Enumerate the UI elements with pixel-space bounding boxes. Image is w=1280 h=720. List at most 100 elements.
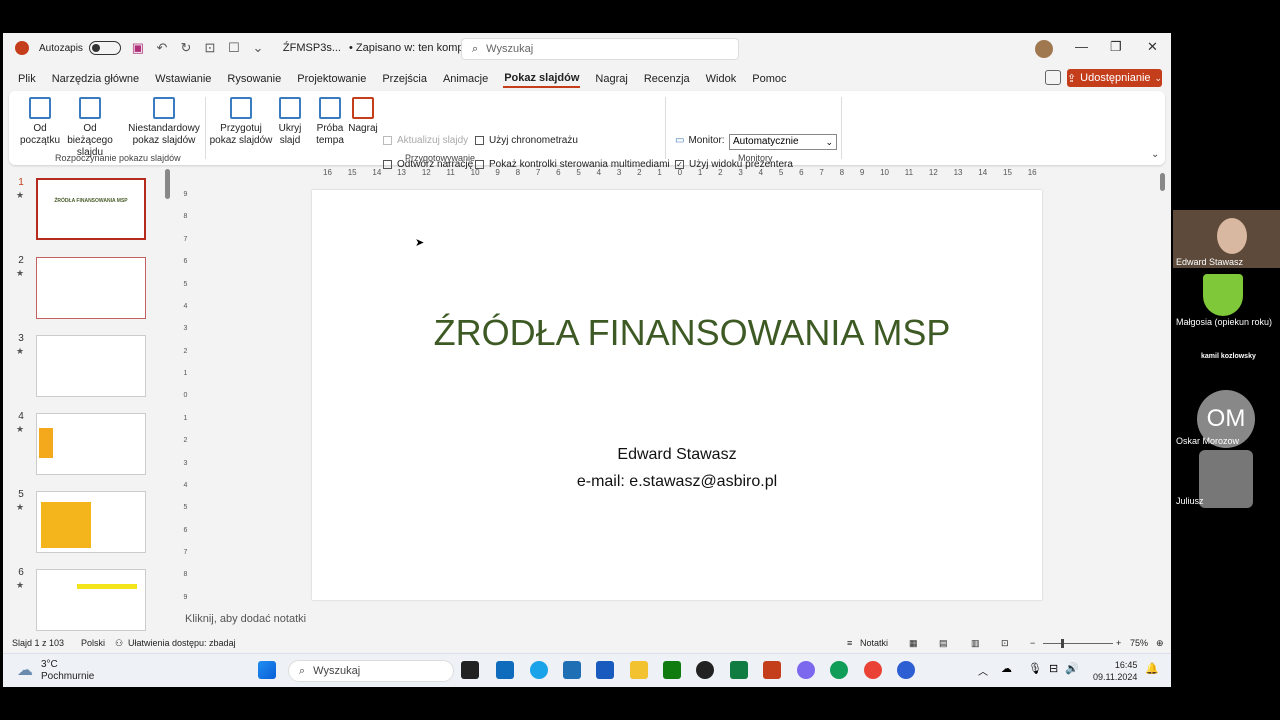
powerpoint-icon[interactable] [763, 661, 781, 679]
normal-view-icon[interactable]: ▦ [909, 638, 918, 649]
copilot-icon[interactable] [797, 661, 815, 679]
minimize-icon[interactable]: — [1075, 39, 1088, 54]
start-icon[interactable] [258, 661, 276, 679]
onedrive-icon[interactable]: ☁ [1001, 662, 1012, 675]
slide-thumbnail[interactable] [36, 491, 146, 553]
store-icon[interactable] [563, 661, 581, 679]
slide-thumbnail[interactable] [36, 335, 146, 397]
thumbnail-scrollbar[interactable] [165, 169, 170, 199]
close-icon[interactable]: ✕ [1147, 39, 1158, 55]
slide-canvas[interactable]: ŹRÓDŁA FINANSOWANIA MSP Edward Stawasz e… [312, 190, 1042, 600]
language[interactable]: Polski [81, 638, 105, 648]
word-icon[interactable] [596, 661, 614, 679]
undo-icon[interactable]: ↶ [155, 40, 169, 56]
record-button[interactable]: Nagraj [347, 97, 379, 135]
network-icon[interactable]: ⊟ [1049, 662, 1058, 675]
custom-show-button[interactable]: Niestandardowy pokaz slajdów [127, 97, 201, 147]
save-icon[interactable]: ▣ [131, 40, 145, 56]
outlook-icon[interactable] [496, 661, 514, 679]
excel-icon[interactable] [730, 661, 748, 679]
slide-email[interactable]: e-mail: e.stawasz@asbiro.pl [312, 473, 1042, 491]
tab-insert[interactable]: Wstawianie [154, 71, 212, 87]
tab-view[interactable]: Widok [705, 71, 738, 87]
participant-tile[interactable]: Edward Stawasz [1173, 210, 1280, 268]
update-slides-checkbox[interactable]: Aktualizuj slajdy [383, 135, 468, 146]
volume-icon[interactable]: 🔊 [1065, 662, 1079, 675]
setup-show-button[interactable]: Przygotuj pokaz slajdów [209, 97, 273, 147]
tab-transitions[interactable]: Przejścia [381, 71, 428, 87]
file-explorer-icon[interactable] [630, 661, 648, 679]
zoom-app-icon[interactable] [897, 661, 915, 679]
thumb-number: 2 [18, 255, 24, 266]
chevron-up-icon[interactable]: ︿ [978, 663, 988, 678]
autosave-toggle[interactable] [88, 41, 121, 55]
xbox-icon[interactable] [663, 661, 681, 679]
share-label: Udostępnianie [1080, 72, 1151, 84]
tab-help[interactable]: Pomoc [751, 71, 787, 87]
participant-tile[interactable]: Małgosia (opiekun roku) [1173, 268, 1280, 330]
from-current-button[interactable]: Od bieżącego slajdu [61, 97, 119, 159]
ruler-tick: 7 [819, 168, 824, 177]
redo-icon[interactable]: ↻ [179, 40, 193, 56]
collapse-ribbon-icon[interactable]: ⌄ [1151, 149, 1159, 160]
microphone-icon[interactable]: 🎙 [1028, 662, 1042, 675]
ruler-tick: 9 [495, 168, 500, 177]
tab-slideshow[interactable]: Pokaz slajdów [503, 70, 581, 88]
reading-view-icon[interactable]: ▥ [971, 638, 980, 649]
tab-design[interactable]: Projektowanie [296, 71, 367, 87]
participant-tile[interactable]: OM Oskar Morozow [1173, 390, 1280, 448]
customize-icon[interactable]: ⌄ [251, 40, 265, 56]
tab-animations[interactable]: Animacje [442, 71, 489, 87]
weather-widget[interactable]: 3°C Pochmurnie [41, 659, 94, 683]
robot-avatar-icon [1199, 450, 1253, 508]
slide-thumbnail[interactable]: ŹRÓDŁA FINANSOWANIA MSP [36, 178, 146, 240]
editor-scrollbar[interactable] [1160, 173, 1165, 191]
participant-tile[interactable]: Juliusz [1173, 450, 1280, 508]
use-timings-checkbox[interactable]: Użyj chronometrażu [475, 135, 578, 146]
fit-slide-icon[interactable]: ⊕ [1156, 638, 1164, 649]
zoom-slider[interactable] [1043, 643, 1113, 644]
tab-home[interactable]: Narzędzia główne [51, 71, 140, 87]
taskbar-search[interactable]: ⌕ Wyszukaj [288, 660, 454, 682]
media-player-icon[interactable] [696, 661, 714, 679]
slide-thumbnail[interactable] [36, 257, 146, 319]
chrome-icon[interactable] [864, 661, 882, 679]
participant-tile[interactable]: kamil kozlowsky [1173, 350, 1280, 370]
edge-icon[interactable] [830, 661, 848, 679]
document-title[interactable]: ŹFMSP3s... [283, 42, 341, 54]
zoom-out-icon[interactable]: − [1030, 638, 1035, 648]
sorter-view-icon[interactable]: ▤ [939, 638, 948, 649]
rehearse-timings-button[interactable]: Próba tempa [313, 97, 347, 147]
from-beginning-button[interactable]: Od początku [17, 97, 63, 147]
update-slides-label: Aktualizuj slajdy [397, 135, 469, 146]
restore-icon[interactable]: ❐ [1110, 39, 1122, 55]
zoom-in-icon[interactable]: + [1116, 638, 1121, 648]
slideshow-view-icon[interactable]: ⊡ [1001, 638, 1009, 649]
tab-file[interactable]: Plik [17, 71, 37, 87]
slide-title[interactable]: ŹRÓDŁA FINANSOWANIA MSP [312, 312, 1072, 354]
comments-button[interactable] [1045, 70, 1061, 85]
tab-review[interactable]: Recenzja [643, 71, 691, 87]
present-icon[interactable]: ⊡ [203, 40, 217, 56]
zoom-level[interactable]: 75% [1130, 638, 1148, 648]
rehearse-label: Próba tempa [316, 123, 344, 146]
zoom-slider-thumb[interactable] [1061, 639, 1064, 648]
monitor-select[interactable]: Automatycznie ⌄ [729, 134, 837, 150]
notification-icon[interactable]: 🔔 [1145, 662, 1159, 675]
accessibility-status[interactable]: Ułatwienia dostępu: zbadaj [128, 638, 236, 648]
notes-button[interactable]: Notatki [860, 638, 888, 648]
hide-slide-button[interactable]: Ukryj slajd [275, 97, 305, 147]
tab-record[interactable]: Nagraj [594, 71, 628, 87]
skype-icon[interactable] [530, 661, 548, 679]
slide-thumbnail[interactable] [36, 569, 146, 631]
task-view-icon[interactable] [461, 661, 479, 679]
slide-author[interactable]: Edward Stawasz [312, 446, 1042, 464]
notes-placeholder[interactable]: Kliknij, aby dodać notatki [185, 613, 306, 625]
user-avatar[interactable] [1035, 40, 1053, 58]
comment-icon[interactable]: ☐ [227, 40, 241, 56]
clock[interactable]: 16:45 09.11.2024 [1093, 659, 1137, 683]
tab-draw[interactable]: Rysowanie [226, 71, 282, 87]
search-input[interactable]: ⌕ Wyszukaj [461, 38, 739, 60]
slide-thumbnail[interactable] [36, 413, 146, 475]
share-button[interactable]: ⇪ Udostępnianie ⌄ [1067, 69, 1162, 87]
